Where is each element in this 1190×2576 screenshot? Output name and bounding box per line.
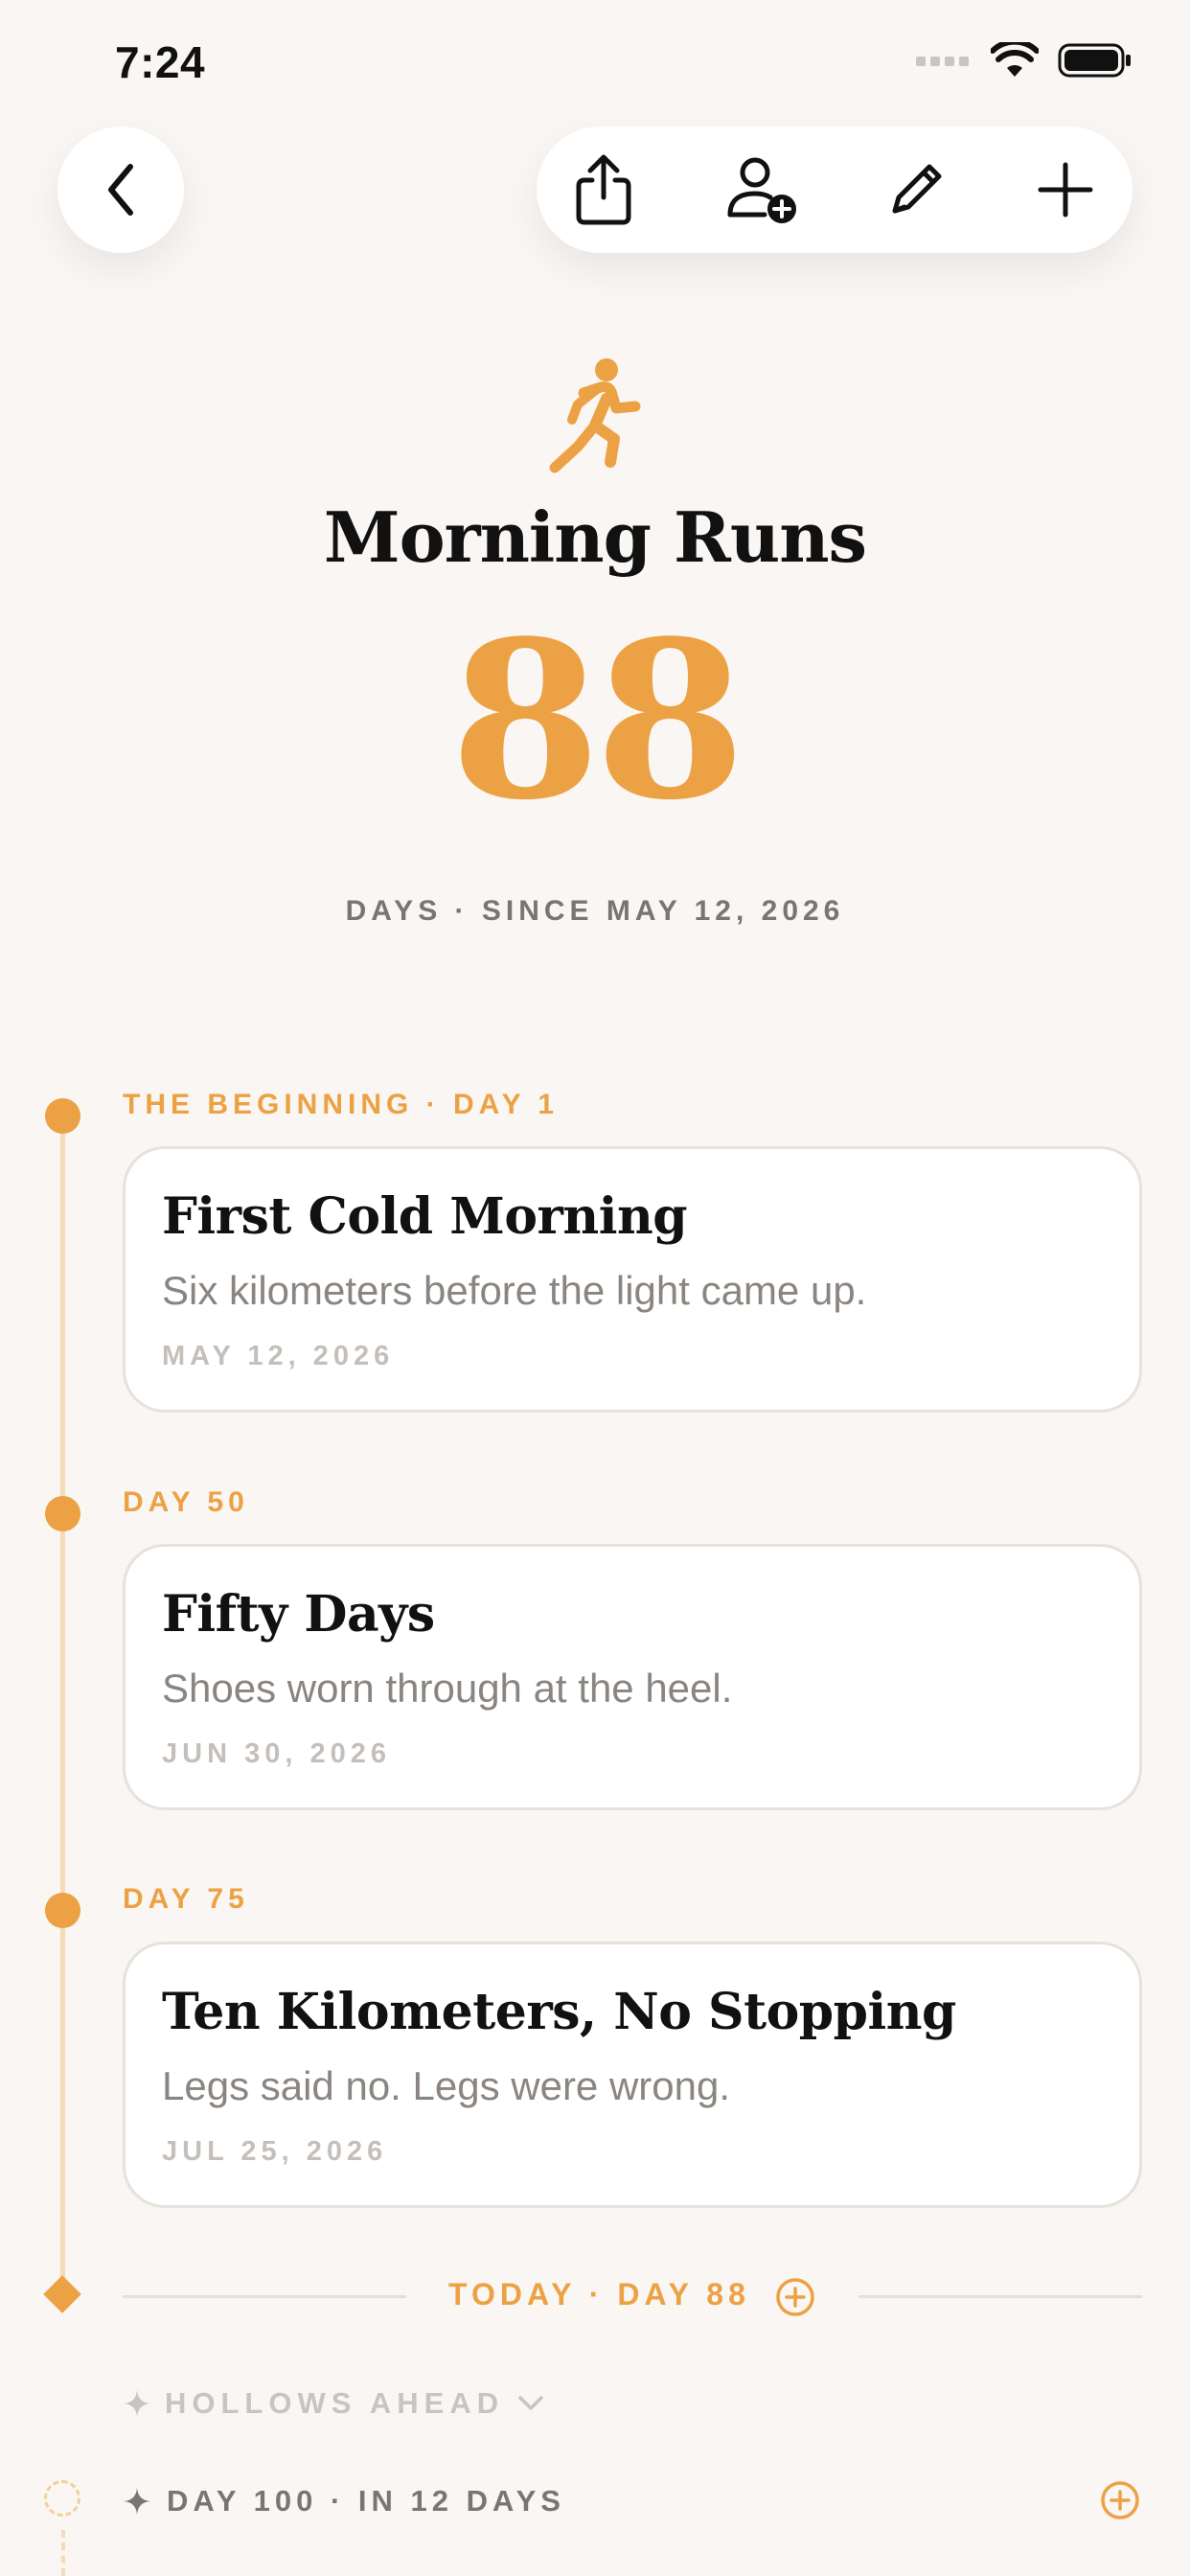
signal-icon [916, 57, 969, 66]
milestone-card[interactable]: Ten Kilometers, No Stopping Legs said no… [123, 1942, 1142, 2208]
milestone-label: THE BEGINNING · DAY 1 [123, 1089, 560, 1120]
wifi-icon [991, 42, 1039, 77]
since-label: DAYS · SINCE MAY 12, 2026 [345, 895, 845, 927]
plus-icon [1038, 162, 1093, 218]
back-chevron-icon [108, 164, 133, 216]
add-person-icon [727, 157, 796, 223]
runner-icon [549, 358, 641, 473]
milestone-description: Legs said no. Legs were wrong. [162, 2063, 731, 2108]
milestone-dot [45, 1496, 80, 1531]
sparkle-icon [124, 2390, 150, 2417]
milestone-date: JUL 25, 2026 [162, 2136, 388, 2167]
back-button[interactable] [57, 126, 184, 253]
sparkle-icon [124, 2488, 150, 2515]
milestone-label: DAY 75 [123, 1883, 249, 1915]
day-count: 88 [449, 594, 746, 848]
add-upcoming-milestone-icon[interactable] [1100, 2480, 1140, 2520]
add-button[interactable] [1027, 151, 1104, 228]
hollows-ahead-toggle[interactable]: HOLLOWS AHEAD [123, 2386, 544, 2421]
chevron-down-icon [518, 2396, 543, 2410]
status-icons [916, 42, 1133, 79]
page-title: Morning Runs [323, 496, 867, 578]
timeline-rail-future [61, 2530, 65, 2576]
milestone-card[interactable]: Fifty Days Shoes worn through at the hee… [123, 1544, 1142, 1810]
milestone-date: JUN 30, 2026 [162, 1738, 391, 1769]
today-divider-left [123, 2295, 406, 2298]
upcoming-milestone: DAY 100 · IN 12 DAYS [123, 2484, 565, 2518]
add-person-button[interactable] [724, 151, 801, 228]
upcoming-milestone-dot [44, 2480, 80, 2517]
today-marker [43, 2275, 81, 2313]
milestone-detail-screen: 7:24 Morning Runs 88 DAYS · SINCE MAY 12… [0, 0, 1190, 2576]
add-milestone-today-icon[interactable] [775, 2277, 815, 2317]
milestone-label: DAY 50 [123, 1486, 249, 1518]
timeline-rail [60, 1117, 65, 2296]
milestone-description: Shoes worn through at the heel. [162, 1666, 733, 1711]
milestone-title: First Cold Morning [162, 1187, 688, 1246]
milestone-title: Ten Kilometers, No Stopping [162, 1983, 956, 2041]
milestone-dot [45, 1893, 80, 1928]
milestone-title: Fifty Days [162, 1585, 435, 1644]
share-button[interactable] [565, 151, 642, 228]
battery-icon [1058, 43, 1131, 78]
today-label: TODAY · DAY 88 [448, 2277, 750, 2312]
milestone-card[interactable]: First Cold Morning Six kilometers before… [123, 1146, 1142, 1413]
action-toolbar [537, 126, 1133, 253]
milestone-date: MAY 12, 2026 [162, 1341, 395, 1371]
pencil-icon [892, 164, 942, 214]
today-divider-right [858, 2295, 1142, 2298]
milestone-description: Six kilometers before the light came up. [162, 1268, 867, 1313]
edit-button[interactable] [878, 151, 954, 228]
milestone-dot [45, 1098, 80, 1134]
upcoming-milestone-label: DAY 100 · IN 12 DAYS [167, 2484, 565, 2518]
hollows-ahead-label: HOLLOWS AHEAD [165, 2386, 505, 2420]
share-icon [576, 154, 631, 225]
status-time: 7:24 [115, 37, 206, 87]
